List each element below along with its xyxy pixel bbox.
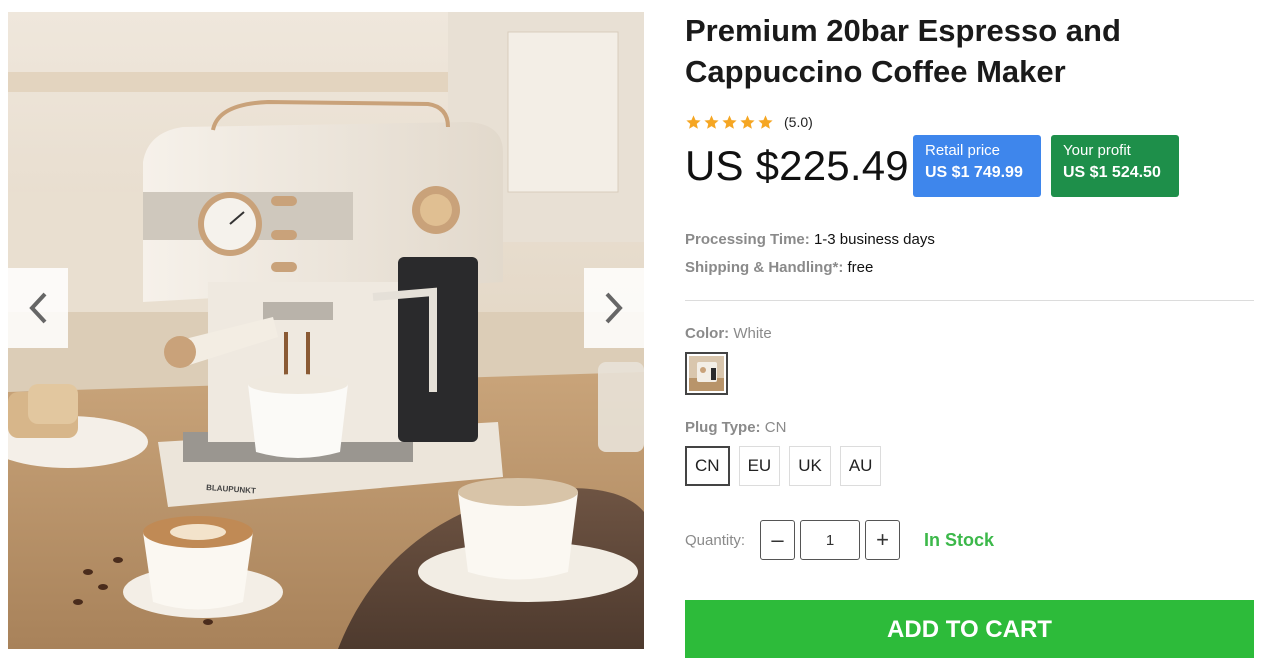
- plug-option-uk[interactable]: UK: [789, 446, 831, 486]
- rating: (5.0): [685, 112, 1255, 132]
- gallery-next-button[interactable]: [584, 268, 644, 348]
- quantity-row: Quantity: – + In Stock: [685, 520, 1255, 560]
- stock-status: In Stock: [924, 529, 995, 550]
- star-icon: [686, 114, 701, 129]
- gallery-prev-button[interactable]: [8, 268, 68, 348]
- retail-price-badge: Retail price US $1 749.99: [913, 135, 1041, 197]
- quantity-decrease-button[interactable]: –: [760, 520, 795, 560]
- plug-option-cn[interactable]: CN: [685, 446, 730, 486]
- color-option-label: Color: White: [685, 325, 1255, 342]
- plug-options: CN EU UK AU: [685, 446, 1255, 486]
- shipping-handling: Shipping & Handling*: free: [685, 254, 1255, 282]
- star-icon: [740, 114, 755, 129]
- rating-stars: [685, 114, 774, 131]
- product-title: Premium 20bar Espresso and Cappuccino Co…: [685, 13, 1121, 89]
- chevron-right-icon: [605, 292, 623, 324]
- star-icon: [758, 114, 773, 129]
- processing-time: Processing Time: 1-3 business days: [685, 226, 1255, 254]
- chevron-left-icon: [29, 292, 47, 324]
- product-gallery: BLAUPUNKT: [8, 12, 644, 649]
- divider: [685, 300, 1254, 301]
- retail-price-label: Retail price: [925, 142, 1001, 159]
- add-to-cart-button[interactable]: ADD TO CART: [685, 600, 1254, 658]
- plug-option-label: Plug Type: CN: [685, 419, 1255, 436]
- star-icon: [722, 114, 737, 129]
- quantity-increase-button[interactable]: +: [865, 520, 900, 560]
- plug-option-au[interactable]: AU: [839, 446, 882, 486]
- shipping-info: Processing Time: 1-3 business days Shipp…: [685, 226, 1255, 282]
- shipping-handling-value: free: [847, 259, 874, 276]
- processing-time-label: Processing Time:: [685, 231, 810, 248]
- color-swatch-thumbnail: [689, 356, 724, 391]
- plug-label: Plug Type:: [685, 419, 761, 436]
- product-image: BLAUPUNKT: [8, 12, 644, 649]
- color-swatch-white[interactable]: [685, 352, 728, 395]
- star-icon: [704, 114, 719, 129]
- product-price: US $225.49: [685, 142, 909, 189]
- price-row: US $225.49 Retail price US $1 749.99 You…: [685, 134, 1255, 198]
- color-value: White: [733, 325, 772, 342]
- retail-price-value: US $1 749.99: [925, 164, 1023, 181]
- plug-option-eu[interactable]: EU: [738, 446, 781, 486]
- processing-time-value: 1-3 business days: [813, 231, 935, 248]
- rating-value: (5.0): [784, 114, 813, 130]
- plug-value: CN: [764, 419, 787, 436]
- quantity-input[interactable]: [800, 520, 860, 560]
- color-label: Color:: [685, 325, 730, 342]
- quantity-label: Quantity:: [685, 531, 746, 549]
- product-info: Premium 20bar Espresso and Cappuccino Co…: [685, 10, 1255, 658]
- profit-value: US $1 524.50: [1063, 164, 1161, 181]
- profit-label: Your profit: [1063, 142, 1131, 159]
- shipping-handling-label: Shipping & Handling*:: [685, 259, 844, 276]
- profit-badge: Your profit US $1 524.50: [1051, 135, 1179, 197]
